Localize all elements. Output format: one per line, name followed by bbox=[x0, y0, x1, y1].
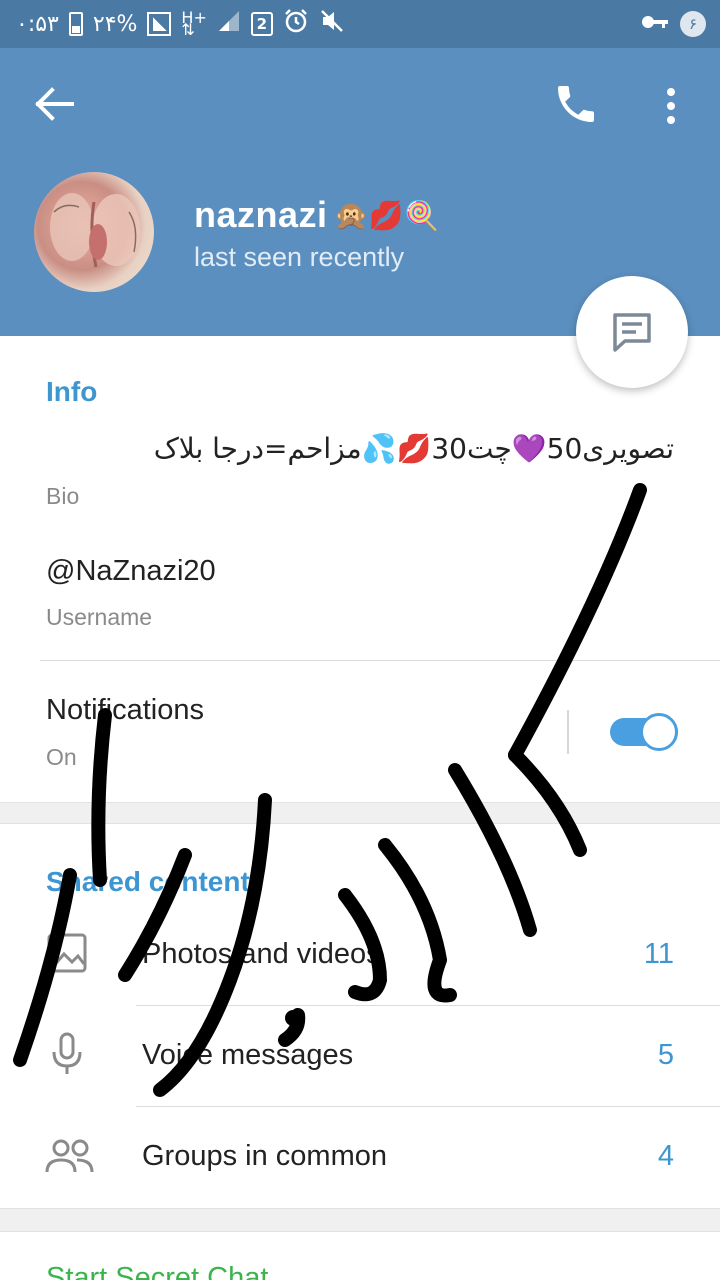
profile-name-emojis: 🙊💋🍭 bbox=[333, 199, 440, 231]
shared-item-voice-label[interactable]: Voice messages bbox=[142, 1039, 353, 1072]
call-button[interactable] bbox=[552, 80, 600, 128]
divider bbox=[136, 1106, 720, 1107]
status-bar-left: ۰:۵۳ ۲۴% H+ ⇅ 2 bbox=[16, 8, 345, 40]
avatar[interactable] bbox=[34, 172, 154, 292]
battery-level: ۲۴% bbox=[92, 11, 138, 37]
send-message-button[interactable] bbox=[576, 276, 688, 388]
last-seen-status: last seen recently bbox=[194, 242, 405, 272]
status-bar-right: ۶ bbox=[640, 8, 706, 40]
battery-icon bbox=[68, 12, 83, 36]
shared-item-photos-count: 11 bbox=[643, 938, 674, 970]
username-value[interactable]: @NaZnazi20 bbox=[46, 555, 216, 588]
section-gap bbox=[0, 1208, 720, 1232]
divider bbox=[136, 1005, 720, 1006]
notification-count-badge: ۶ bbox=[680, 11, 706, 37]
toggle-separator bbox=[567, 710, 569, 754]
shared-item-voice-count: 5 bbox=[657, 1039, 674, 1071]
microphone-icon bbox=[44, 1030, 92, 1078]
notifications-label[interactable]: Notifications bbox=[46, 694, 204, 727]
alarm-icon bbox=[283, 8, 309, 40]
clock: ۰:۵۳ bbox=[16, 11, 59, 37]
notifications-value: On bbox=[46, 744, 77, 770]
signal-icon bbox=[147, 12, 172, 36]
section-gap bbox=[0, 802, 720, 824]
message-icon bbox=[613, 313, 651, 352]
info-section-title: Info bbox=[46, 376, 98, 407]
group-icon bbox=[44, 1134, 94, 1182]
shared-content-title: Shared content bbox=[46, 866, 250, 897]
mute-icon bbox=[319, 8, 345, 40]
signal-bars-icon bbox=[217, 9, 241, 39]
bio-label: Bio bbox=[46, 483, 80, 509]
phone-icon bbox=[558, 86, 594, 122]
bio-value[interactable]: تصویری50💜چت30💋💦مزاحم=درجا بلاک bbox=[154, 432, 674, 465]
shared-item-groups-count: 4 bbox=[657, 1140, 674, 1172]
profile-name-text: naznazi bbox=[194, 194, 328, 235]
start-secret-chat-button[interactable]: Start Secret Chat bbox=[46, 1262, 268, 1280]
sim2-icon: 2 bbox=[250, 12, 273, 36]
status-bar: ۰:۵۳ ۲۴% H+ ⇅ 2 ۶ bbox=[0, 0, 720, 48]
back-arrow-icon bbox=[35, 87, 74, 121]
shared-item-groups-label[interactable]: Groups in common bbox=[142, 1140, 387, 1173]
username-label: Username bbox=[46, 604, 153, 630]
divider bbox=[40, 660, 720, 661]
profile-name: naznazi 🙊💋🍭 bbox=[194, 193, 440, 237]
photo-icon bbox=[44, 930, 92, 978]
shared-item-photos-label[interactable]: Photos and videos bbox=[142, 938, 381, 971]
data-icon: H+ ⇅ bbox=[181, 8, 207, 39]
toggle-knob bbox=[640, 713, 678, 751]
back-button[interactable] bbox=[30, 84, 80, 124]
more-vertical-icon bbox=[667, 88, 675, 124]
key-icon bbox=[640, 12, 670, 37]
notifications-toggle[interactable] bbox=[610, 713, 678, 751]
more-options-button[interactable] bbox=[656, 84, 686, 128]
